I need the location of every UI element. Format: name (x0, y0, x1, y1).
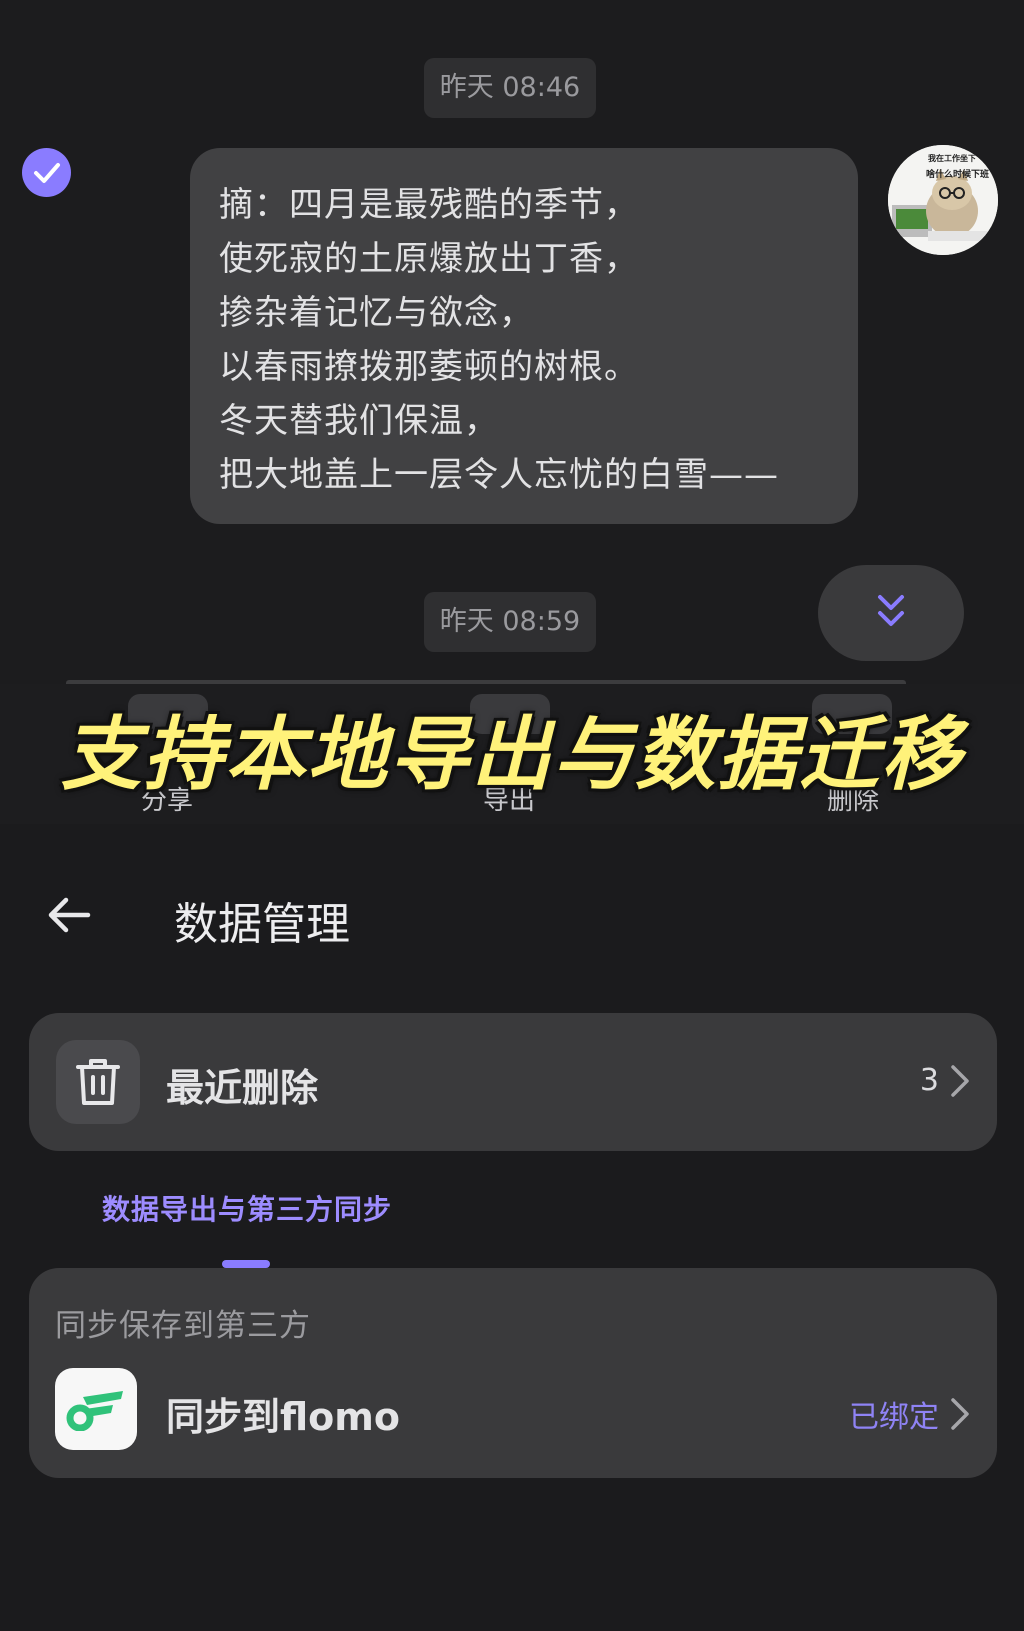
scroll-to-bottom-button[interactable] (818, 565, 964, 661)
message-line: 以春雨撩拨那萎顿的树根。 (219, 347, 639, 387)
timestamp: 昨天 08:59 (424, 592, 596, 652)
timestamp: 昨天 08:46 (424, 58, 596, 118)
sync-flomo-label[interactable]: 同步到flomo (166, 1386, 400, 1441)
back-button[interactable] (44, 890, 94, 940)
bound-status-text: 已绑定 (849, 1400, 939, 1435)
recently-deleted-count: 3 (919, 1063, 939, 1098)
avatar[interactable]: 我在工作坐下 啥什么时候下班 (888, 145, 998, 255)
recently-deleted-meta: 3 (920, 1063, 971, 1098)
page-title: 数据管理 (174, 899, 350, 950)
trash-icon-box (56, 1040, 140, 1124)
arrow-left-icon (48, 897, 91, 933)
sync-flomo-status[interactable]: 已绑定 (849, 1392, 971, 1436)
flomo-logo-icon (55, 1368, 137, 1450)
message-bubble[interactable]: 摘：四月是最残酷的季节， 使死寂的土原爆放出丁香， 掺杂着记忆与欲念， 以春雨撩… (190, 148, 858, 524)
sync-section-heading: 同步保存到第三方 (55, 1308, 311, 1344)
avatar-caption: 啥什么时候下班 (926, 170, 990, 180)
message-line: 掺杂着记忆与欲念， (219, 293, 534, 333)
flomo-logo-shape (66, 1391, 123, 1431)
recently-deleted-label: 最近删除 (166, 1066, 319, 1110)
double-chevron-down-icon (878, 595, 904, 626)
message-line: 冬天替我们保温， (219, 401, 499, 441)
sync-section-card: 同步保存到第三方 同步到flomo 已绑定 (29, 1268, 997, 1478)
recently-deleted-row[interactable]: 最近删除 3 (29, 1013, 997, 1151)
message-line: 摘：四月是最残酷的季节， (219, 185, 639, 225)
chevron-right-icon (951, 1064, 969, 1097)
message-line: 把大地盖上一层令人忘忧的白雪—— (219, 455, 779, 495)
overlay-title: 支持本地导出与数据迁移 (61, 708, 963, 801)
selected-check-icon[interactable] (22, 148, 71, 197)
message-line: 使死寂的土原爆放出丁香， (219, 239, 639, 279)
chevron-right-icon (951, 1398, 969, 1430)
avatar-caption: 我在工作坐下 (928, 154, 976, 163)
trash-icon (76, 1059, 120, 1105)
chat-view: 昨天 08:46 摘：四月是最残酷的季节， 使死寂的土原爆放出丁香， 掺杂着记忆… (0, 0, 1024, 684)
tab-data-export-sync[interactable]: 数据导出与第三方同步 (102, 1188, 392, 1228)
tab-indicator (222, 1260, 270, 1268)
